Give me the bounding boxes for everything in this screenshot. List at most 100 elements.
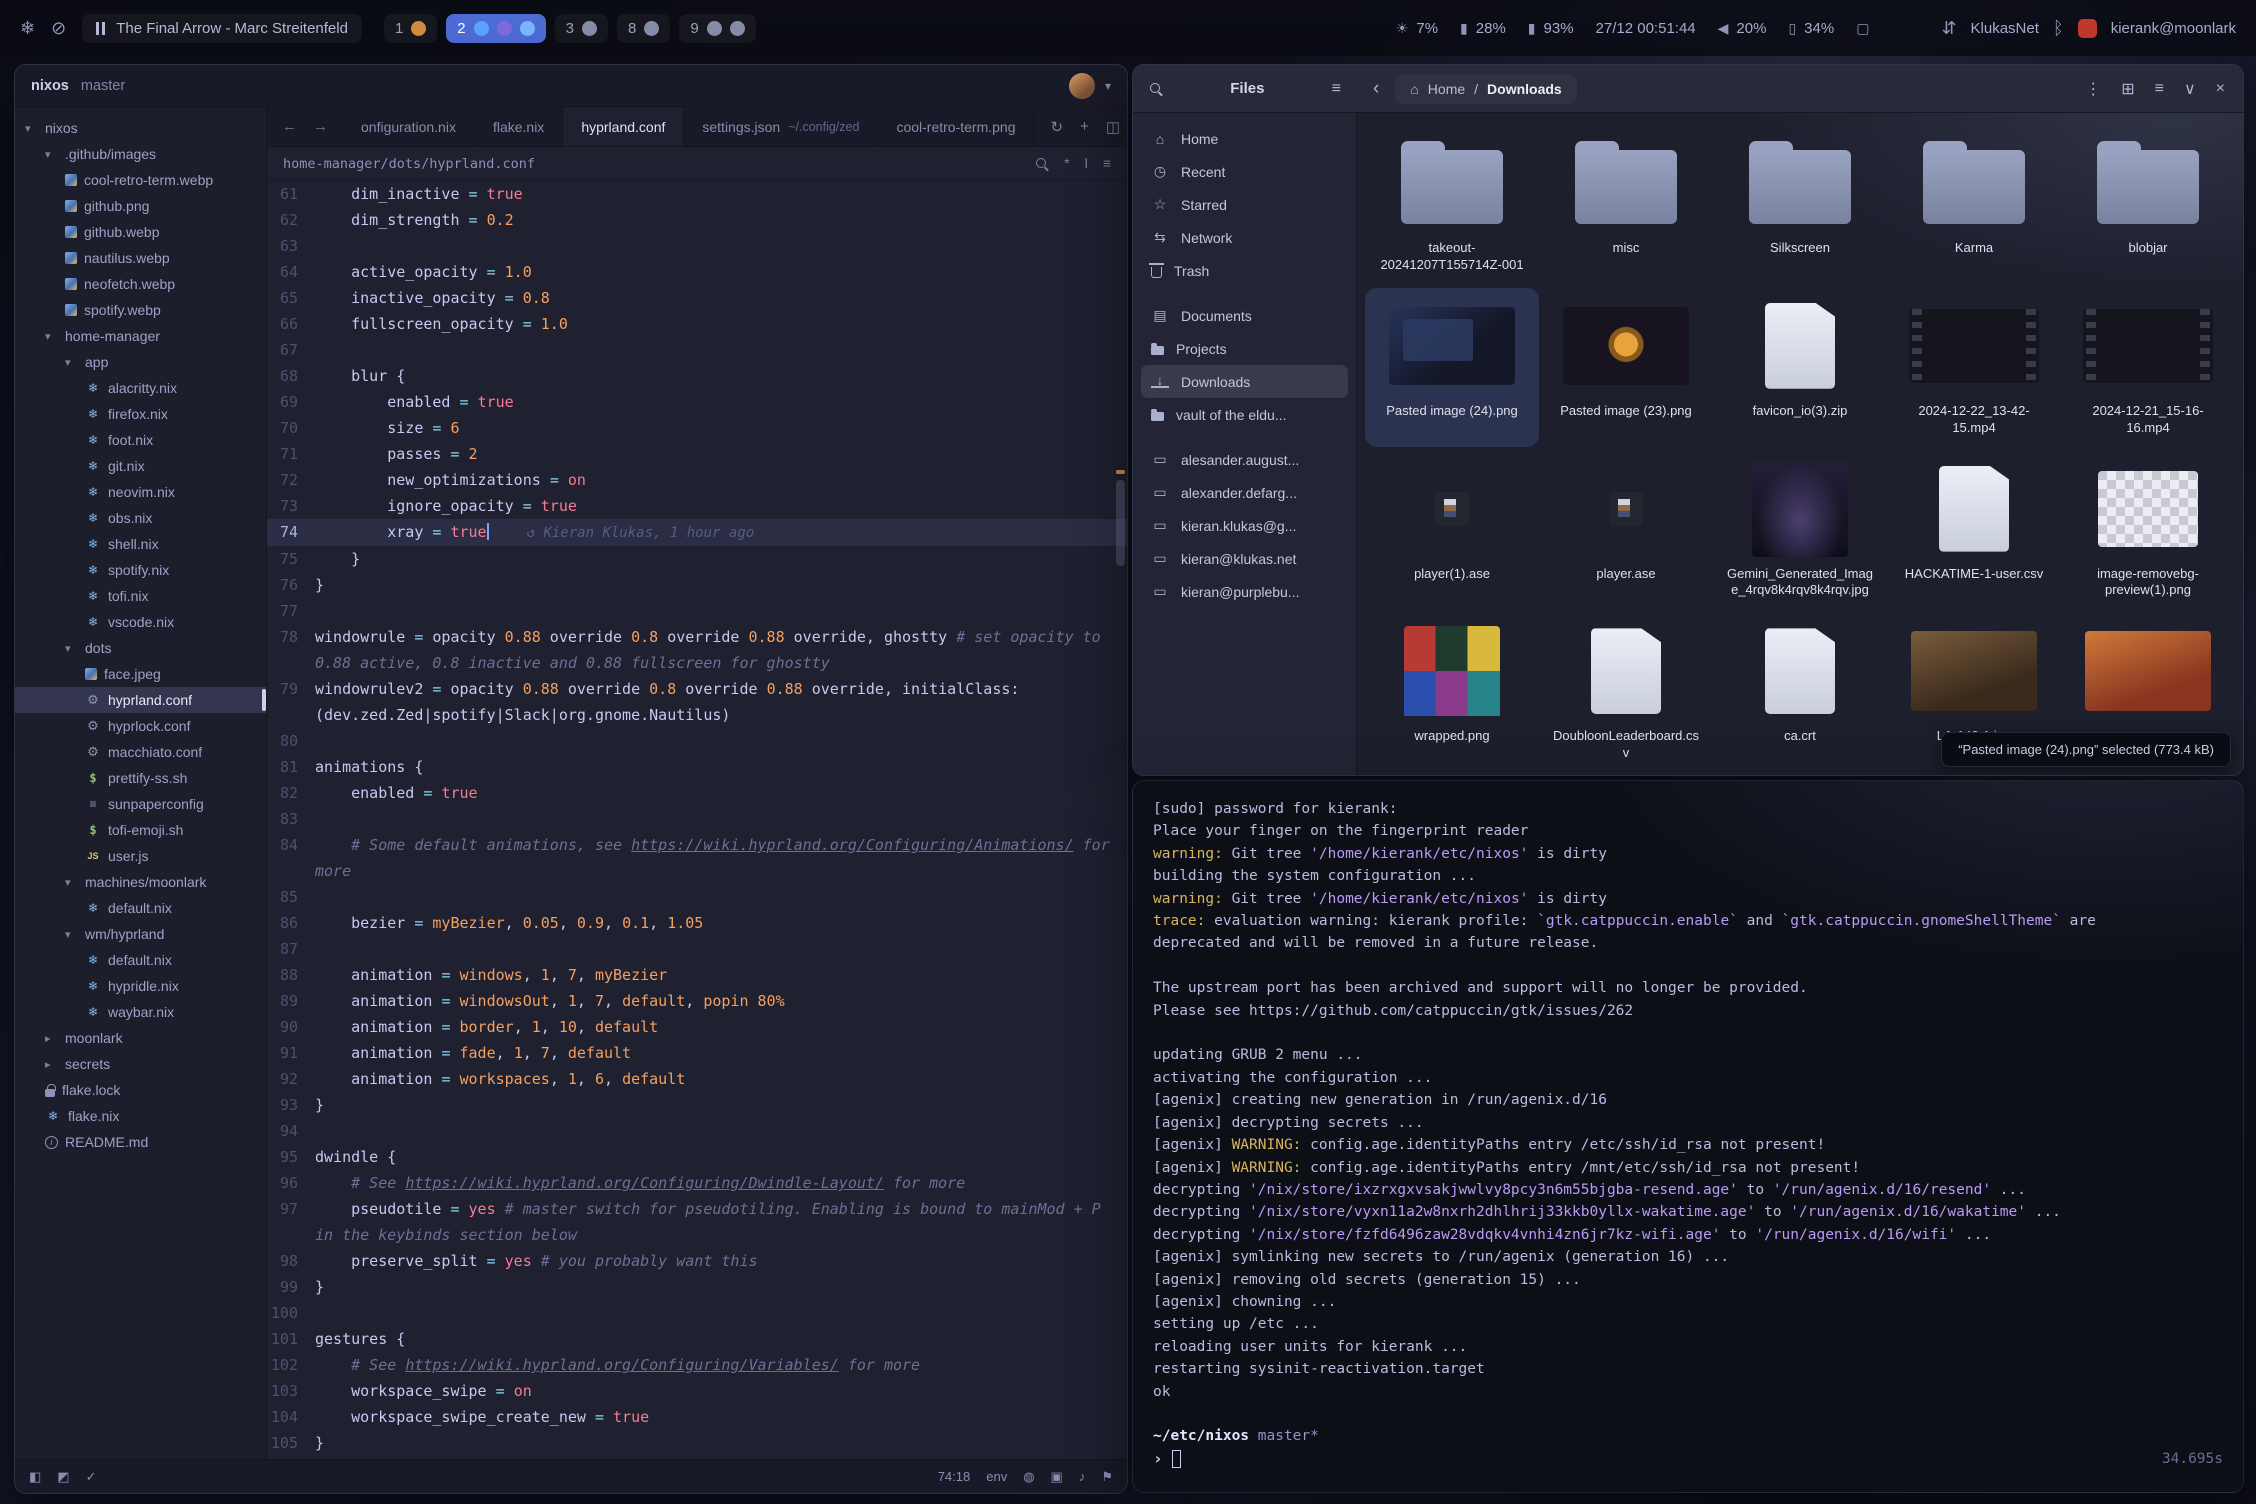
tree-file-macchiato.conf[interactable]: ⚙macchiato.conf (15, 739, 266, 765)
tree-file-nautilus.webp[interactable]: nautilus.webp (15, 245, 266, 271)
code-line-87[interactable]: 87 (267, 936, 1127, 962)
media-player-widget[interactable]: The Final Arrow - Marc Streitenfeld (82, 14, 362, 43)
code-line-75[interactable]: 75 } (267, 546, 1127, 572)
code-line-81[interactable]: 81animations { (267, 754, 1127, 780)
breadcrumb-path[interactable]: home-manager/dots/hyprland.conf (283, 156, 535, 172)
hamburger-menu-icon[interactable]: ≡ (1332, 80, 1341, 98)
code-line-77[interactable]: 77 (267, 598, 1127, 624)
tab-cool-retro-term.png[interactable]: cool-retro-term.png (878, 107, 1034, 146)
wifi-icon[interactable]: ⇵ (1941, 18, 1956, 39)
file-item-pasted-image-23-.png[interactable]: Pasted image (23).png (1539, 288, 1713, 447)
tree-file-sunpaperconfig[interactable]: ≡sunpaperconfig (15, 791, 266, 817)
red-badge-icon[interactable] (2078, 19, 2097, 38)
file-item-image-removebg-preview-1-.png[interactable]: image-removebg-preview(1).png (2061, 451, 2235, 610)
file-item-misc[interactable]: misc (1539, 125, 1713, 284)
music-icon[interactable]: ♪ (1079, 1469, 1086, 1484)
search-icon[interactable] (1149, 82, 1163, 96)
code-line-76[interactable]: 76} (267, 572, 1127, 598)
tree-file-git.nix[interactable]: ❄git.nix (15, 453, 266, 479)
tab-onfiguration.nix[interactable]: onfiguration.nix (343, 107, 475, 146)
terminal-prompt[interactable]: ›34.695s (1153, 1448, 2223, 1470)
code-line-93[interactable]: 93} (267, 1092, 1127, 1118)
search-icon[interactable] (1035, 157, 1049, 171)
tree-file-waybar.nix[interactable]: ❄waybar.nix (15, 999, 266, 1025)
workspace-pill-8[interactable]: 8 (617, 14, 670, 43)
code-line-70[interactable]: 70 size = 6 (267, 415, 1127, 441)
tab-hyprland.conf[interactable]: hyprland.conf (563, 107, 684, 146)
code-line-83[interactable]: 83 (267, 806, 1127, 832)
file-item-hackatime-1-user.csv[interactable]: HACKATIME-1-user.csv (1887, 451, 2061, 610)
file-item-2024-12-22-13-42-15.mp4[interactable]: 2024-12-22_13-42-15.mp4 (1887, 288, 2061, 447)
code-line-95[interactable]: 95dwindle { (267, 1144, 1127, 1170)
notifications-icon[interactable]: ⚑ (1101, 1469, 1113, 1485)
code-line-86[interactable]: 86 bezier = myBezier, 0.05, 0.9, 0.1, 1.… (267, 910, 1127, 936)
tree-file-face.jpeg[interactable]: face.jpeg (15, 661, 266, 687)
code-line-92[interactable]: 92 animation = workspaces, 1, 6, default (267, 1066, 1127, 1092)
menu-icon[interactable]: ≡ (1103, 156, 1111, 171)
code-line-79[interactable]: 79windowrulev2 = opacity 0.88 override 0… (267, 676, 1127, 728)
code-line-105[interactable]: 105} (267, 1430, 1127, 1456)
tree-file-foot.nix[interactable]: ❄foot.nix (15, 427, 266, 453)
code-line-84[interactable]: 84 # Some default animations, see https:… (267, 832, 1127, 884)
code-line-68[interactable]: 68 blur { (267, 363, 1127, 389)
code-line-98[interactable]: 98 preserve_split = yes # you probably w… (267, 1248, 1127, 1274)
code-line-74[interactable]: 74 xray = true↺ Kieran Klukas, 1 hour ag… (267, 519, 1127, 546)
file-item-ca.crt[interactable]: ca.crt (1713, 613, 1887, 772)
code-line-88[interactable]: 88 animation = windows, 1, 7, myBezier (267, 962, 1127, 988)
code-line-82[interactable]: 82 enabled = true (267, 780, 1127, 806)
sidebar-item-starred[interactable]: ☆Starred (1141, 188, 1348, 221)
tree-file-spotify.nix[interactable]: ❄spotify.nix (15, 557, 266, 583)
code-line-72[interactable]: 72 new_optimizations = on (267, 467, 1127, 493)
tree-file-readme.md[interactable]: iREADME.md (15, 1129, 266, 1155)
split-pane-icon[interactable]: ◫ (1106, 118, 1120, 136)
tree-file-shell.nix[interactable]: ❄shell.nix (15, 531, 266, 557)
sidebar-item-home[interactable]: ⌂Home (1141, 122, 1348, 155)
path-bar[interactable]: ⌂ Home / Downloads (1395, 74, 1576, 104)
tree-file-default.nix[interactable]: ❄default.nix (15, 947, 266, 973)
file-item-player.ase[interactable]: player.ase (1539, 451, 1713, 610)
tree-dir-machines-moonlark[interactable]: ▾machines/moonlark (15, 869, 266, 895)
file-item-2024-12-21-15-16-16.mp4[interactable]: 2024-12-21_15-16-16.mp4 (2061, 288, 2235, 447)
clock-status[interactable]: 27/12 00:51:44 (1596, 20, 1696, 37)
dock-bottom-icon[interactable]: ◩ (57, 1469, 69, 1485)
code-line-78[interactable]: 78windowrule = opacity 0.88 override 0.8… (267, 624, 1127, 676)
code-line-97[interactable]: 97 pseudotile = yes # master switch for … (267, 1196, 1127, 1248)
nix-menu-icon[interactable]: ❄ (20, 18, 35, 39)
new-tab-icon[interactable]: + (1080, 118, 1089, 135)
file-item-player-1-.ase[interactable]: player(1).ase (1365, 451, 1539, 610)
file-item-silkscreen[interactable]: Silkscreen (1713, 125, 1887, 284)
tree-file-flake.nix[interactable]: ❄flake.nix (15, 1103, 266, 1129)
tree-dir-secrets[interactable]: ▸secrets (15, 1051, 266, 1077)
workspace-pill-9[interactable]: 9 (679, 14, 755, 43)
code-line-91[interactable]: 91 animation = fade, 1, 7, default (267, 1040, 1127, 1066)
tree-dir-wm-hyprland[interactable]: ▾wm/hyprland (15, 921, 266, 947)
tree-file-user.js[interactable]: JSuser.js (15, 843, 266, 869)
project-name[interactable]: nixos (31, 78, 69, 94)
file-item-wrapped.png[interactable]: wrapped.png (1365, 613, 1539, 772)
nav-back-icon[interactable]: ← (282, 118, 297, 135)
list-view-icon[interactable]: ≡ (2155, 80, 2164, 98)
tree-file-flake.lock[interactable]: flake.lock (15, 1077, 266, 1103)
diagnostics-check-icon[interactable]: ✓ (86, 1469, 97, 1485)
code-line-85[interactable]: 85 (267, 884, 1127, 910)
copilot-icon[interactable]: ◍ (1023, 1469, 1034, 1485)
code-line-69[interactable]: 69 enabled = true (267, 389, 1127, 415)
tree-dir-moonlark[interactable]: ▸moonlark (15, 1025, 266, 1051)
battery-status[interactable]: ▮93% (1528, 20, 1574, 37)
code-line-63[interactable]: 63 (267, 233, 1127, 259)
sidebar-item-recent[interactable]: ◷Recent (1141, 155, 1348, 188)
tree-file-hyprland.conf[interactable]: ⚙hyprland.conf (15, 687, 266, 713)
code-line-96[interactable]: 96 # See https://wiki.hyprland.org/Confi… (267, 1170, 1127, 1196)
workspace-pill-2[interactable]: 2 (446, 14, 545, 43)
kebab-menu-icon[interactable]: ⋮ (2085, 79, 2101, 99)
code-line-64[interactable]: 64 active_opacity = 1.0 (267, 259, 1127, 285)
brightness-status[interactable]: ☀7% (1396, 20, 1438, 37)
sidebar-item-trash[interactable]: Trash (1141, 254, 1348, 287)
code-line-100[interactable]: 100 (267, 1300, 1127, 1326)
file-item-pasted-image-24-.png[interactable]: Pasted image (24).png (1365, 288, 1539, 447)
tree-dir-app[interactable]: ▾app (15, 349, 266, 375)
cursor-mode-icon[interactable]: I (1084, 156, 1088, 171)
tree-dir-home-manager[interactable]: ▾home-manager (15, 323, 266, 349)
dnd-icon[interactable]: ⊘ (51, 18, 66, 39)
sidebar-item-alesander.august...[interactable]: ▭alesander.august... (1141, 443, 1348, 476)
